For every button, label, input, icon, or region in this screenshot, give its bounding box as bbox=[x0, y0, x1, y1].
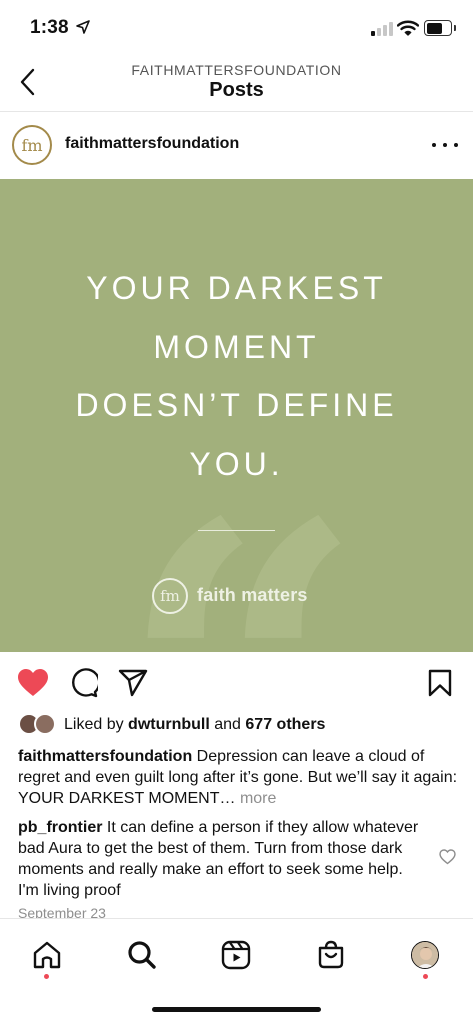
profile-notification-dot bbox=[423, 974, 428, 979]
wifi-icon bbox=[397, 20, 419, 36]
status-bar: 1:38 bbox=[0, 0, 473, 56]
home-indicator bbox=[152, 1007, 321, 1012]
tab-reels[interactable] bbox=[216, 935, 256, 975]
post-caption: faithmattersfoundation Depression can le… bbox=[18, 746, 458, 809]
more-dot-icon bbox=[443, 143, 447, 147]
post-username[interactable]: faithmattersfoundation bbox=[65, 135, 239, 153]
post-header: fm faithmattersfoundation bbox=[0, 113, 473, 179]
post-actions bbox=[0, 660, 473, 706]
liker-avatars bbox=[18, 713, 60, 737]
reels-icon bbox=[221, 940, 251, 970]
comment-button[interactable] bbox=[66, 666, 100, 700]
battery-icon bbox=[424, 20, 452, 36]
tab-profile[interactable] bbox=[405, 935, 445, 975]
quote-line: YOU. bbox=[189, 446, 284, 482]
share-icon bbox=[118, 669, 148, 697]
location-arrow-icon bbox=[76, 20, 90, 34]
profile-avatar bbox=[411, 941, 439, 969]
page-title: Posts bbox=[209, 79, 264, 101]
avatar-monogram: fm bbox=[21, 135, 43, 155]
likes-row[interactable]: Liked by dwturnbull and 677 others bbox=[18, 713, 458, 739]
tab-home[interactable] bbox=[27, 935, 67, 975]
comment-heart-icon[interactable] bbox=[439, 849, 456, 865]
likes-middle: and bbox=[209, 716, 246, 733]
bookmark-icon bbox=[428, 669, 452, 697]
battery-tip bbox=[454, 25, 456, 31]
comment: pb_frontier It can define a person if th… bbox=[18, 817, 428, 901]
more-options-button[interactable] bbox=[432, 135, 458, 155]
caption-more-link[interactable]: more bbox=[236, 790, 276, 807]
post-image[interactable]: “ YOUR DARKEST MOMENT DOESN’T DEFINE YOU… bbox=[0, 179, 473, 652]
caption-username[interactable]: faithmattersfoundation bbox=[18, 748, 192, 765]
likes-user-link[interactable]: dwturnbull bbox=[128, 716, 210, 733]
avatar bbox=[34, 713, 56, 735]
like-button[interactable] bbox=[16, 666, 50, 700]
quote-divider bbox=[198, 530, 275, 531]
quote-mark-graphic: “ bbox=[118, 469, 365, 653]
nav-header: FAITHMATTERSFOUNDATION Posts bbox=[0, 56, 473, 112]
brand-logo: fm bbox=[152, 578, 188, 614]
comment-username[interactable]: pb_frontier bbox=[18, 819, 102, 836]
search-icon bbox=[128, 941, 156, 969]
cellular-signal-icon bbox=[371, 22, 393, 36]
status-time: 1:38 bbox=[30, 17, 69, 38]
likes-count-link[interactable]: 677 others bbox=[245, 716, 325, 733]
likes-text: Liked by dwturnbull and 677 others bbox=[64, 716, 325, 734]
home-icon bbox=[33, 941, 61, 969]
post-avatar[interactable]: fm bbox=[12, 125, 52, 165]
quote-line: DOESN’T DEFINE bbox=[75, 387, 398, 423]
likes-prefix: Liked by bbox=[64, 716, 129, 733]
share-button[interactable] bbox=[116, 666, 150, 700]
nav-username: FAITHMATTERSFOUNDATION bbox=[131, 62, 342, 78]
brand-name: faith matters bbox=[197, 585, 308, 605]
quote-line: MOMENT bbox=[153, 329, 320, 365]
shop-icon bbox=[318, 940, 344, 969]
more-dot-icon bbox=[454, 143, 458, 147]
heart-icon bbox=[18, 669, 48, 696]
tab-search[interactable] bbox=[122, 935, 162, 975]
more-dot-icon bbox=[432, 143, 436, 147]
comment-icon bbox=[72, 668, 98, 698]
tab-shop[interactable] bbox=[311, 935, 351, 975]
brand-monogram: fm bbox=[160, 587, 180, 605]
profile-photo bbox=[412, 942, 438, 968]
home-notification-dot bbox=[44, 974, 49, 979]
quote-line: YOUR DARKEST bbox=[86, 270, 387, 306]
save-button[interactable] bbox=[423, 666, 457, 700]
